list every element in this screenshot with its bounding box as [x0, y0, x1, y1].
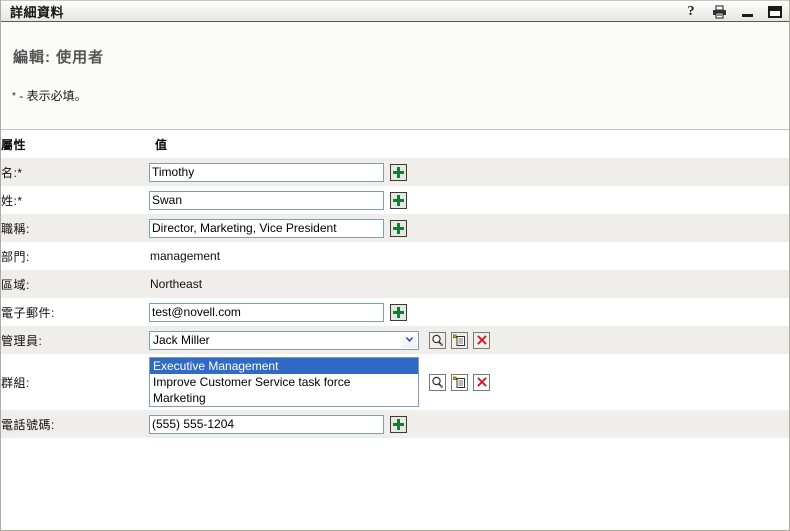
delete-icon	[476, 376, 488, 388]
list-item[interactable]: Executive Management	[150, 358, 418, 374]
manager-delete-button[interactable]	[473, 332, 490, 349]
email-input[interactable]	[149, 303, 384, 322]
department-value: management	[149, 249, 220, 263]
value-cell-title	[149, 214, 789, 242]
plus-icon	[393, 167, 404, 178]
value-cell-first-name	[149, 158, 789, 186]
attributes-table: 屬性 值 名:* 姓:*	[1, 130, 789, 438]
search-icon	[431, 376, 444, 389]
add-first-name-button[interactable]	[390, 164, 407, 181]
table-row: 管理員: Jack Miller	[1, 326, 789, 354]
value-cell-department: management	[149, 242, 789, 270]
groups-listbox[interactable]: Executive Management Improve Customer Se…	[149, 357, 419, 407]
printer-icon	[712, 5, 727, 19]
print-button[interactable]	[711, 4, 727, 20]
first-name-input[interactable]	[149, 163, 384, 182]
table-row: 群組: Executive Management Improve Custome…	[1, 354, 789, 410]
groups-action-icons	[429, 374, 490, 391]
value-cell-phone	[149, 410, 789, 438]
list-item[interactable]: Improve Customer Service task force	[150, 374, 418, 390]
list-item[interactable]: Marketing	[150, 390, 418, 406]
table-row: 電話號碼:	[1, 410, 789, 438]
history-icon	[453, 334, 466, 347]
add-email-button[interactable]	[390, 304, 407, 321]
attribute-label-title: 職稱:	[1, 214, 149, 242]
attribute-label-email: 電子郵件:	[1, 298, 149, 326]
attribute-label-phone: 電話號碼:	[1, 410, 149, 438]
attribute-label-department: 部門:	[1, 242, 149, 270]
manager-history-button[interactable]	[451, 332, 468, 349]
details-window: 詳細資料 ? 編輯: 使用者 *	[0, 0, 790, 531]
attribute-label-region: 區域:	[1, 270, 149, 298]
manager-search-button[interactable]	[429, 332, 446, 349]
table-header-row: 屬性 值	[1, 130, 789, 158]
chevron-down-icon[interactable]	[401, 333, 417, 348]
maximize-icon	[768, 6, 782, 18]
help-button[interactable]: ?	[683, 4, 699, 20]
history-icon	[453, 376, 466, 389]
search-icon	[431, 334, 444, 347]
table-row: 名:*	[1, 158, 789, 186]
required-field-note: * - 表示必填。	[12, 87, 789, 104]
attribute-label-last-name: 姓:*	[1, 186, 149, 214]
required-note-text: - 表示必填。	[19, 89, 86, 103]
value-cell-groups: Executive Management Improve Customer Se…	[149, 354, 789, 410]
maximize-button[interactable]	[767, 4, 783, 20]
add-phone-button[interactable]	[390, 416, 407, 433]
required-asterisk: *	[12, 91, 16, 102]
page-intro: 編輯: 使用者 * - 表示必填。	[1, 22, 789, 130]
plus-icon	[393, 223, 404, 234]
window-title: 詳細資料	[1, 2, 64, 21]
column-header-attribute: 屬性	[1, 130, 149, 158]
table-row: 區域: Northeast	[1, 270, 789, 298]
value-cell-manager: Jack Miller	[149, 326, 789, 354]
manager-select[interactable]: Jack Miller	[149, 331, 419, 350]
window-titlebar: 詳細資料 ?	[1, 0, 789, 22]
plus-icon	[393, 195, 404, 206]
add-last-name-button[interactable]	[390, 192, 407, 209]
question-mark-icon: ?	[688, 5, 695, 19]
value-cell-region: Northeast	[149, 270, 789, 298]
minimize-icon	[742, 14, 753, 17]
groups-history-button[interactable]	[451, 374, 468, 391]
region-value: Northeast	[149, 277, 202, 291]
phone-input[interactable]	[149, 415, 384, 434]
delete-icon	[476, 334, 488, 346]
attribute-label-groups: 群組:	[1, 354, 149, 410]
groups-delete-button[interactable]	[473, 374, 490, 391]
manager-selected-value: Jack Miller	[150, 332, 210, 349]
table-row: 電子郵件:	[1, 298, 789, 326]
table-row: 職稱:	[1, 214, 789, 242]
page-title: 編輯: 使用者	[13, 46, 789, 67]
column-header-value: 值	[149, 130, 789, 158]
manager-action-icons	[429, 332, 490, 349]
table-row: 姓:*	[1, 186, 789, 214]
attribute-label-first-name: 名:*	[1, 158, 149, 186]
groups-search-button[interactable]	[429, 374, 446, 391]
value-cell-last-name	[149, 186, 789, 214]
minimize-button[interactable]	[739, 4, 755, 20]
plus-icon	[393, 307, 404, 318]
add-title-button[interactable]	[390, 220, 407, 237]
table-row: 部門: management	[1, 242, 789, 270]
title-input[interactable]	[149, 219, 384, 238]
attribute-label-manager: 管理員:	[1, 326, 149, 354]
last-name-input[interactable]	[149, 191, 384, 210]
value-cell-email	[149, 298, 789, 326]
window-controls: ?	[683, 1, 783, 23]
plus-icon	[393, 419, 404, 430]
